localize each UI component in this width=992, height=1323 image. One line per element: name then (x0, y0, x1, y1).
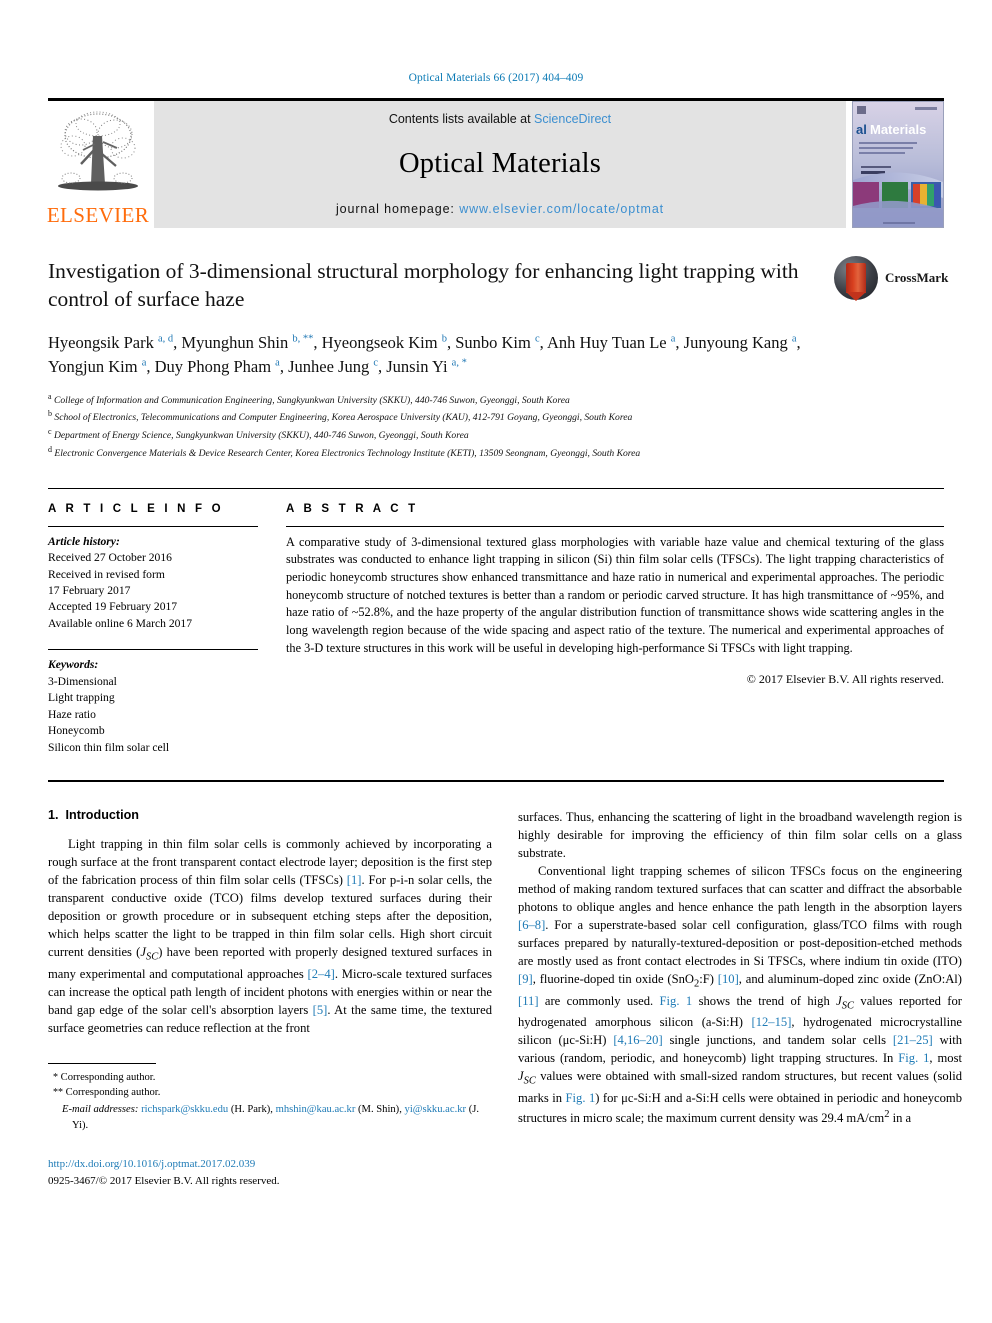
article-history-block: Article history: Received 27 October 201… (48, 534, 258, 633)
abstract-column: A B S T R A C T A comparative study of 3… (286, 503, 944, 756)
keywords-label: Keywords: (48, 658, 99, 672)
crossmark-label: CrossMark (885, 270, 949, 285)
history-item: Received in revised form (48, 567, 165, 581)
elsevier-tree-icon (53, 106, 143, 204)
affiliation-mark: c (48, 427, 52, 437)
affiliation-item: a College of Information and Communicati… (48, 391, 944, 409)
sciencedirect-link[interactable]: ScienceDirect (534, 112, 611, 126)
section-title: Introduction (65, 808, 139, 823)
history-item: Accepted 19 February 2017 (48, 600, 178, 614)
article-page: Optical Materials 66 (2017) 404–409 ELSE… (0, 0, 992, 1323)
journal-title: Optical Materials (398, 148, 602, 179)
double-asterisk-icon: ** (53, 1087, 63, 1099)
footnote-text: Corresponding author. (60, 1071, 156, 1083)
email-label: E-mail addresses: (62, 1104, 139, 1116)
affiliation-mark: a (48, 391, 52, 401)
page-title: Investigation of 3-dimensional structura… (48, 259, 799, 311)
author-list: Hyeongsik Park a, d, Myunghun Shin b, **… (48, 332, 801, 376)
keywords-block: Keywords: 3-Dimensional Light trapping H… (48, 649, 258, 756)
footnote-corresponding-2: ** Corresponding author. (48, 1085, 492, 1101)
article-info-heading: A R T I C L E I N F O (48, 502, 224, 515)
section-divider (48, 780, 944, 783)
journal-cover-thumbnail: al Materials (852, 101, 944, 228)
keyword-item: Silicon thin film solar cell (48, 740, 170, 754)
running-head: Optical Materials 66 (2017) 404–409 (408, 72, 584, 84)
affiliation-text: School of Electronics, Telecommunication… (54, 412, 633, 424)
contents-prefix: Contents lists available at (388, 112, 535, 126)
divider (48, 525, 258, 527)
affiliation-mark: b (48, 409, 52, 419)
affiliation-mark: d (48, 444, 52, 454)
abstract-text: A comparative study of 3-dimensional tex… (286, 534, 944, 655)
body-column-right: surfaces. Thus, enhancing the scattering… (518, 808, 962, 1189)
section-heading-introduction: 1. Introduction (48, 808, 492, 822)
divider (286, 525, 944, 527)
keyword-item: Light trapping (48, 691, 115, 705)
keyword-item: 3-Dimensional (48, 674, 117, 688)
elsevier-wordmark: ELSEVIER (46, 203, 150, 227)
footnotes-block: * Corresponding author. ** Corresponding… (48, 1062, 492, 1135)
journal-masthead: ELSEVIER Contents lists available at Sci… (46, 98, 944, 228)
svg-text:al: al (856, 122, 867, 137)
email-addresses-line: E-mail addresses: richspark@skku.edu (H.… (48, 1102, 492, 1134)
body-column-left: 1. Introduction Light trapping in thin fi… (48, 808, 492, 1189)
affiliation-list: a College of Information and Communicati… (48, 391, 944, 462)
doi-block: http://dx.doi.org/10.1016/j.optmat.2017.… (48, 1156, 492, 1189)
journal-homepage-line: journal homepage: www.elsevier.com/locat… (336, 202, 664, 216)
issn-copyright-line: 0925-3467/© 2017 Elsevier B.V. All right… (48, 1174, 280, 1187)
crossmark-icon (834, 256, 878, 301)
title-area: Investigation of 3-dimensional structura… (48, 256, 948, 462)
homepage-prefix: journal homepage: (335, 202, 460, 216)
affiliation-text: Department of Energy Science, Sungkyunkw… (53, 430, 469, 442)
asterisk-icon: * (53, 1071, 58, 1083)
footnote-rule (48, 1062, 156, 1064)
affiliation-text: College of Information and Communication… (53, 394, 570, 406)
history-item: Available online 6 March 2017 (48, 616, 193, 630)
affiliation-item: c Department of Energy Science, Sungkyun… (48, 426, 944, 444)
paragraph: Conventional light trapping schemes of s… (518, 864, 962, 1125)
divider (48, 649, 258, 651)
paragraph: Light trapping in thin film solar cells … (48, 837, 492, 1035)
body-columns: 1. Introduction Light trapping in thin fi… (48, 808, 962, 1189)
paragraph: surfaces. Thus, enhancing the scattering… (518, 810, 962, 861)
crossmark-badge[interactable]: CrossMark (834, 252, 948, 304)
history-item: 17 February 2017 (48, 583, 131, 597)
article-info-column: A R T I C L E I N F O Article history: R… (48, 503, 258, 756)
contents-available-line: Contents lists available at ScienceDirec… (389, 112, 611, 126)
keyword-item: Haze ratio (48, 707, 96, 721)
section-number: 1. (48, 808, 59, 823)
affiliation-item: d Electronic Convergence Materials & Dev… (48, 444, 944, 462)
keyword-item: Honeycomb (48, 724, 105, 738)
doi-link[interactable]: http://dx.doi.org/10.1016/j.optmat.2017.… (48, 1156, 492, 1173)
contents-band: Contents lists available at ScienceDirec… (154, 101, 846, 228)
svg-text:Materials: Materials (870, 122, 926, 137)
abstract-copyright: © 2017 Elsevier B.V. All rights reserved… (746, 671, 944, 686)
elsevier-logo: ELSEVIER (46, 101, 150, 228)
info-abstract-region: A R T I C L E I N F O Article history: R… (48, 487, 944, 756)
journal-homepage-link[interactable]: www.elsevier.com/locate/optmat (459, 202, 664, 216)
article-history-label: Article history: (48, 534, 120, 548)
footnote-corresponding-1: * Corresponding author. (48, 1070, 492, 1086)
affiliation-item: b School of Electronics, Telecommunicati… (48, 408, 944, 426)
abstract-heading: A B S T R A C T (286, 502, 419, 515)
history-item: Received 27 October 2016 (48, 551, 172, 565)
footnote-text: Corresponding author. (65, 1087, 161, 1099)
affiliation-text: Electronic Convergence Materials & Devic… (54, 448, 641, 460)
